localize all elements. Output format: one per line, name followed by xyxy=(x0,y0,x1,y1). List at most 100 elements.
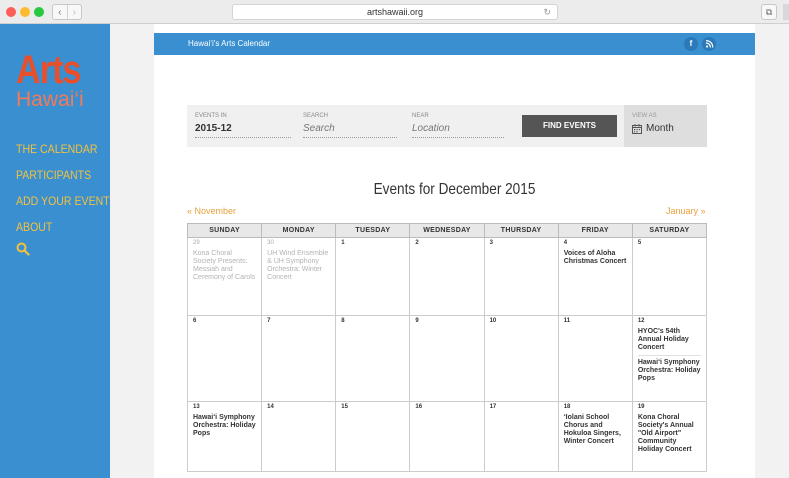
sidebar-item-add-event[interactable]: ADD YOUR EVENT xyxy=(16,194,110,220)
weekday-header-row: SUNDAY MONDAY TUESDAY WEDNESDAY THURSDAY… xyxy=(186,223,708,238)
next-month-link[interactable]: January » xyxy=(666,206,706,216)
find-events-button[interactable]: FIND EVENTS xyxy=(522,115,617,137)
sidebar-item-about[interactable]: ABOUT xyxy=(16,220,110,246)
close-window-button[interactable] xyxy=(6,7,16,17)
day-number: 2 xyxy=(415,240,419,246)
reload-icon[interactable]: ↻ xyxy=(543,5,551,19)
day-number: 19 xyxy=(637,404,645,410)
day-cell: 19 Kona Choral Society's Annual "Old Air… xyxy=(631,401,708,472)
day-number: 11 xyxy=(563,318,571,324)
address-bar[interactable]: artshawaii.org ↻ xyxy=(232,4,558,20)
day-number: 16 xyxy=(415,404,423,410)
calendar-title: Events for December 2015 xyxy=(373,181,536,198)
day-cell: 14 xyxy=(261,401,337,472)
day-number: 1 xyxy=(341,240,345,246)
weekday-header: SATURDAY xyxy=(631,223,708,238)
sidebar-item-participants[interactable]: PARTICIPANTS xyxy=(16,168,110,194)
search-label: SEARCH xyxy=(303,113,329,119)
day-number: 14 xyxy=(267,404,274,410)
day-cell: 12 HYOC's 54th Annual Holiday Concert Ha… xyxy=(631,315,708,402)
day-cell: 17 xyxy=(483,401,559,472)
day-number: 8 xyxy=(341,318,345,324)
event-link[interactable]: Hawai‘i Symphony Orchestra: Holiday Pops xyxy=(193,414,256,438)
near-field[interactable]: NEAR Location xyxy=(412,113,504,138)
week-row: 6 7 8 9 10 11 12 HYOC's 54th Annual Holi… xyxy=(186,315,708,402)
day-number: 29 xyxy=(193,240,200,246)
prev-month-link[interactable]: « November xyxy=(187,206,236,216)
day-cell: 10 xyxy=(483,315,559,402)
event-link[interactable]: HYOC's 54th Annual Holiday Concert xyxy=(638,328,701,352)
sidebar-item-calendar[interactable]: THE CALENDAR xyxy=(16,142,110,168)
browser-toolbar: ‹ › artshawaii.org ↻ ⧉ xyxy=(0,0,789,24)
minimize-window-button[interactable] xyxy=(20,7,30,17)
event-link[interactable]: ‘Iolani School Chorus and Hokuloa Singer… xyxy=(564,414,627,446)
view-as-selector[interactable]: VIEW AS Month xyxy=(624,105,707,147)
day-number: 5 xyxy=(637,240,642,246)
left-gutter xyxy=(110,24,154,478)
search-icon[interactable] xyxy=(16,242,30,256)
day-number: 15 xyxy=(341,404,348,410)
day-cell: 1 xyxy=(335,237,411,316)
day-cell: 7 xyxy=(261,315,337,402)
event-link[interactable]: Voices of Aloha Christmas Concert xyxy=(564,250,627,266)
day-cell: 9 xyxy=(409,315,485,402)
month-calendar: SUNDAY MONDAY TUESDAY WEDNESDAY THURSDAY… xyxy=(186,223,708,472)
forward-arrow-icon[interactable]: › xyxy=(66,5,82,19)
weekday-header: THURSDAY xyxy=(483,223,559,238)
site-logo-arts[interactable]: Arts xyxy=(16,50,81,90)
weekday-header: SUNDAY xyxy=(186,223,263,238)
day-number: 3 xyxy=(489,240,493,246)
week-row: 29 Kona Choral Society Presents: Messiah… xyxy=(186,237,708,316)
back-arrow-icon[interactable]: ‹ xyxy=(53,5,67,19)
location-input[interactable]: Location xyxy=(412,123,504,138)
view-as-value[interactable]: Month xyxy=(632,123,707,134)
facebook-icon[interactable]: f xyxy=(684,37,698,51)
history-nav: ‹ › xyxy=(52,4,82,20)
event-link[interactable]: Kona Choral Society Presents: Messiah an… xyxy=(193,250,256,282)
header-title: Hawai‘i's Arts Calendar xyxy=(188,39,271,48)
day-cell: 6 xyxy=(186,315,263,402)
event-link[interactable]: Kona Choral Society's Annual "Old Airpor… xyxy=(638,414,701,454)
day-cell: 11 xyxy=(557,315,633,402)
url-text: artshawaii.org xyxy=(366,7,424,17)
day-cell: 4 Voices of Aloha Christmas Concert xyxy=(557,237,633,316)
events-in-value[interactable]: 2015-12 xyxy=(195,123,291,138)
day-number: 6 xyxy=(193,318,197,324)
near-label: NEAR xyxy=(412,113,429,119)
events-in-label: EVENTS IN xyxy=(195,113,227,119)
day-number: 12 xyxy=(637,318,645,324)
day-cell: 30 UH Wind Ensemble & UH Symphony Orches… xyxy=(261,237,337,316)
day-cell: 29 Kona Choral Society Presents: Messiah… xyxy=(186,237,263,316)
right-gutter xyxy=(755,24,789,478)
events-in-field[interactable]: EVENTS IN 2015-12 xyxy=(195,113,291,138)
maximize-window-button[interactable] xyxy=(34,7,44,17)
tabs-overview-icon[interactable]: ⧉ xyxy=(761,4,777,20)
day-cell: 2 xyxy=(409,237,485,316)
view-mode-text: Month xyxy=(646,123,674,134)
day-cell: 13 Hawai‘i Symphony Orchestra: Holiday P… xyxy=(186,401,263,472)
search-input[interactable]: Search xyxy=(303,123,397,138)
day-cell: 16 xyxy=(409,401,485,472)
view-as-label: VIEW AS xyxy=(632,113,657,119)
day-cell: 18 ‘Iolani School Chorus and Hokuloa Sin… xyxy=(557,401,633,472)
day-cell: 8 xyxy=(335,315,411,402)
site-header: Hawai‘i's Arts Calendar f xyxy=(154,33,755,55)
search-field[interactable]: SEARCH Search xyxy=(303,113,397,138)
day-cell: 15 xyxy=(335,401,411,472)
day-number: 10 xyxy=(489,318,497,324)
day-number: 9 xyxy=(415,318,419,324)
event-link[interactable]: Hawai‘i Symphony Orchestra: Holiday Pops xyxy=(637,355,701,383)
weekday-header: TUESDAY xyxy=(335,223,411,238)
day-number: 30 xyxy=(267,240,274,246)
day-number: 7 xyxy=(267,318,271,324)
day-number: 18 xyxy=(563,404,571,410)
sidebar-toggle-button[interactable] xyxy=(783,4,789,20)
site-logo-hawaii[interactable]: Hawai‘i xyxy=(16,88,84,112)
rss-icon[interactable] xyxy=(702,37,716,51)
sidebar-nav: THE CALENDAR PARTICIPANTS ADD YOUR EVENT… xyxy=(16,142,122,246)
sidebar: Arts Hawai‘i THE CALENDAR PARTICIPANTS A… xyxy=(0,24,110,478)
event-link[interactable]: UH Wind Ensemble & UH Symphony Orchestra… xyxy=(267,250,330,282)
calendar-icon xyxy=(632,123,642,134)
day-number: 17 xyxy=(489,404,497,410)
day-cell: 3 xyxy=(483,237,559,316)
